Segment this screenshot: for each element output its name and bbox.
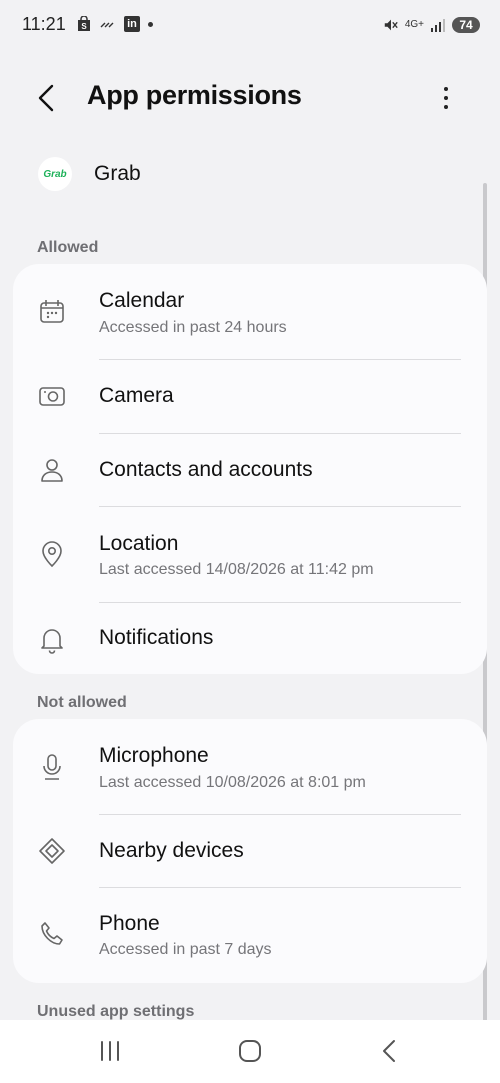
more-options-button[interactable]: [432, 82, 460, 114]
network-4g-icon: 4G+: [404, 19, 424, 30]
permission-item-camera[interactable]: Camera: [13, 360, 487, 433]
dot-icon: [148, 21, 153, 27]
permission-item-calendar[interactable]: Calendar Accessed in past 24 hours: [13, 264, 487, 359]
app-name: Grab: [94, 162, 141, 185]
app-icon: Grab: [38, 157, 72, 191]
shop-icon: S: [76, 16, 92, 32]
permission-subtitle: Accessed in past 24 hours: [99, 319, 287, 336]
home-button[interactable]: [232, 1036, 268, 1066]
missed-call-icon: [100, 16, 116, 32]
page-title: App permissions: [87, 80, 302, 110]
section-label-not-allowed: Not allowed: [37, 694, 127, 711]
more-vert-icon: [444, 87, 448, 91]
section-label-unused: Unused app settings: [37, 1003, 195, 1020]
signal-icon: [430, 17, 446, 33]
svg-text:S: S: [81, 22, 87, 31]
permission-title: Location: [99, 532, 179, 555]
permission-title: Notifications: [99, 626, 214, 649]
nav-back-button[interactable]: [372, 1036, 408, 1066]
not-allowed-card: Microphone Last accessed 10/08/2026 at 8…: [13, 719, 487, 983]
camera-icon: [37, 381, 67, 411]
permission-title: Microphone: [99, 744, 209, 767]
permission-title: Nearby devices: [99, 839, 244, 862]
permission-item-phone[interactable]: Phone Accessed in past 7 days: [13, 888, 487, 983]
home-icon: [239, 1040, 261, 1062]
permission-title: Phone: [99, 912, 160, 935]
location-icon: [37, 539, 67, 569]
permission-item-notifications[interactable]: Notifications: [13, 603, 487, 674]
nearby-devices-icon: [37, 836, 67, 866]
system-icons: 4G+ 74: [383, 14, 480, 36]
notification-icons: S in: [76, 14, 153, 34]
back-button[interactable]: [32, 80, 64, 116]
back-icon: [383, 1040, 395, 1062]
calendar-icon: [37, 297, 67, 327]
permission-item-location[interactable]: Location Last accessed 14/08/2026 at 11:…: [13, 507, 487, 602]
permission-title: Calendar: [99, 289, 185, 312]
mute-icon: [383, 17, 399, 33]
status-time: 11:21: [22, 14, 66, 34]
person-icon: [37, 455, 67, 485]
permission-title: Contacts and accounts: [99, 458, 313, 481]
permission-subtitle: Accessed in past 7 days: [99, 941, 272, 958]
linkedin-icon: in: [124, 16, 140, 32]
permission-item-contacts[interactable]: Contacts and accounts: [13, 434, 487, 506]
status-bar: 11:21 S in 4G+ 74: [0, 0, 500, 50]
microphone-icon: [37, 752, 67, 782]
permission-subtitle: Last accessed 10/08/2026 at 8:01 pm: [99, 774, 366, 791]
phone-icon: [37, 919, 67, 949]
bell-icon: [37, 624, 67, 654]
permission-subtitle: Last accessed 14/08/2026 at 11:42 pm: [99, 561, 374, 578]
recents-button[interactable]: [92, 1036, 128, 1066]
allowed-card: Calendar Accessed in past 24 hours Camer…: [13, 264, 487, 674]
recents-icon: [101, 1041, 119, 1061]
permission-title: Camera: [99, 384, 174, 407]
battery-icon: 74: [452, 17, 480, 33]
grab-logo-icon: Grab: [43, 168, 67, 180]
permission-item-nearby-devices[interactable]: Nearby devices: [13, 815, 487, 887]
permission-item-microphone[interactable]: Microphone Last accessed 10/08/2026 at 8…: [13, 719, 487, 814]
section-label-allowed: Allowed: [37, 239, 99, 256]
chevron-left-icon: [38, 84, 54, 112]
